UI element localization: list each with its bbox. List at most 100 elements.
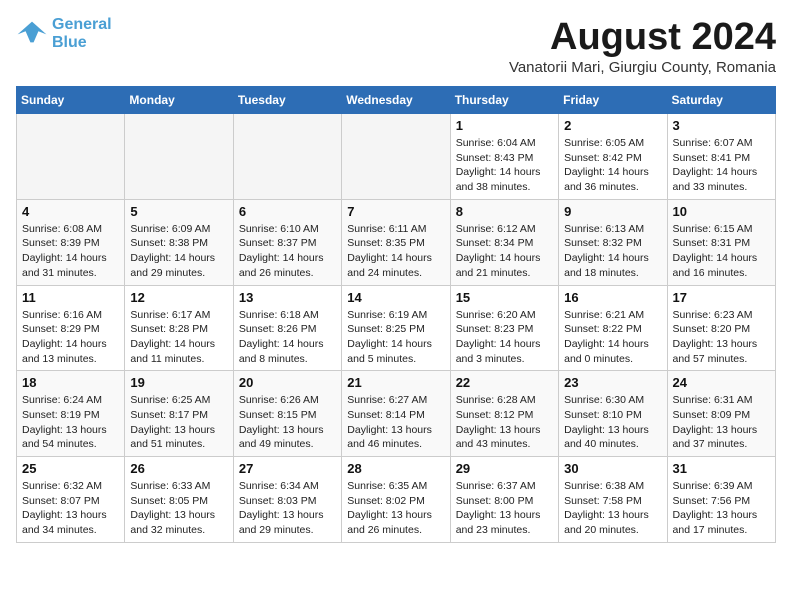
- calendar-week-4: 18 Sunrise: 6:24 AM Sunset: 8:19 PM Dayli…: [17, 371, 776, 457]
- calendar-cell: [233, 114, 341, 200]
- day-number: 11: [22, 290, 119, 305]
- calendar-cell: 11 Sunrise: 6:16 AM Sunset: 8:29 PM Dayli…: [17, 285, 125, 371]
- day-number: 22: [456, 375, 553, 390]
- day-number: 28: [347, 461, 444, 476]
- calendar-cell: 4 Sunrise: 6:08 AM Sunset: 8:39 PM Daylig…: [17, 199, 125, 285]
- calendar-cell: 12Sunrise: 6:17 AM Sunset: 8:28 PM Dayli…: [125, 285, 233, 371]
- calendar-cell: 31 Sunrise: 6:39 AM Sunset: 7:56 PM Dayli…: [667, 457, 775, 543]
- day-info: Sunrise: 6:21 AM Sunset: 8:22 PM Dayligh…: [564, 308, 661, 367]
- calendar-cell: 13 Sunrise: 6:18 AM Sunset: 8:26 PM Dayli…: [233, 285, 341, 371]
- day-info: Sunrise: 6:38 AM Sunset: 7:58 PM Dayligh…: [564, 479, 661, 538]
- day-info: Sunrise: 6:30 AM Sunset: 8:10 PM Dayligh…: [564, 393, 661, 452]
- logo: General Blue: [16, 16, 112, 51]
- day-info: Sunrise: 6:10 AM Sunset: 8:37 PM Dayligh…: [239, 222, 336, 281]
- day-info: Sunrise: 6:09 AM Sunset: 8:38 PM Dayligh…: [130, 222, 227, 281]
- day-info: Sunrise: 6:31 AM Sunset: 8:09 PM Dayligh…: [673, 393, 770, 452]
- day-number: 2: [564, 118, 661, 133]
- day-number: 4: [22, 204, 119, 219]
- day-number: 24: [673, 375, 770, 390]
- day-info: Sunrise: 6:28 AM Sunset: 8:12 PM Dayligh…: [456, 393, 553, 452]
- calendar-week-2: 4 Sunrise: 6:08 AM Sunset: 8:39 PM Daylig…: [17, 199, 776, 285]
- day-info: Sunrise: 6:26 AM Sunset: 8:15 PM Dayligh…: [239, 393, 336, 452]
- calendar-cell: 30Sunrise: 6:38 AM Sunset: 7:58 PM Dayli…: [559, 457, 667, 543]
- calendar-cell: 26 Sunrise: 6:33 AM Sunset: 8:05 PM Dayli…: [125, 457, 233, 543]
- calendar-cell: 9Sunrise: 6:13 AM Sunset: 8:32 PM Daylig…: [559, 199, 667, 285]
- calendar-cell: 25 Sunrise: 6:32 AM Sunset: 8:07 PM Dayli…: [17, 457, 125, 543]
- day-number: 18: [22, 375, 119, 390]
- day-info: Sunrise: 6:37 AM Sunset: 8:00 PM Dayligh…: [456, 479, 553, 538]
- weekday-header-monday: Monday: [125, 87, 233, 114]
- calendar-cell: 23 Sunrise: 6:30 AM Sunset: 8:10 PM Dayli…: [559, 371, 667, 457]
- day-number: 19: [130, 375, 227, 390]
- location-subtitle: Vanatorii Mari, Giurgiu County, Romania: [509, 59, 776, 76]
- day-number: 5: [130, 204, 227, 219]
- calendar-cell: 22 Sunrise: 6:28 AM Sunset: 8:12 PM Dayli…: [450, 371, 558, 457]
- day-number: 27: [239, 461, 336, 476]
- calendar-cell: 17 Sunrise: 6:23 AM Sunset: 8:20 PM Dayli…: [667, 285, 775, 371]
- day-number: 3: [673, 118, 770, 133]
- day-number: 10: [673, 204, 770, 219]
- calendar-cell: 7 Sunrise: 6:11 AM Sunset: 8:35 PM Daylig…: [342, 199, 450, 285]
- calendar-cell: [17, 114, 125, 200]
- day-number: 12: [130, 290, 227, 305]
- day-info: Sunrise: 6:07 AM Sunset: 8:41 PM Dayligh…: [673, 136, 770, 195]
- day-info: Sunrise: 6:33 AM Sunset: 8:05 PM Dayligh…: [130, 479, 227, 538]
- day-info: Sunrise: 6:15 AM Sunset: 8:31 PM Dayligh…: [673, 222, 770, 281]
- day-info: Sunrise: 6:24 AM Sunset: 8:19 PM Dayligh…: [22, 393, 119, 452]
- calendar-cell: 2 Sunrise: 6:05 AM Sunset: 8:42 PM Daylig…: [559, 114, 667, 200]
- calendar-week-1: 1 Sunrise: 6:04 AM Sunset: 8:43 PM Daylig…: [17, 114, 776, 200]
- day-number: 29: [456, 461, 553, 476]
- day-info: Sunrise: 6:39 AM Sunset: 7:56 PM Dayligh…: [673, 479, 770, 538]
- calendar-cell: 21 Sunrise: 6:27 AM Sunset: 8:14 PM Dayli…: [342, 371, 450, 457]
- day-info: Sunrise: 6:05 AM Sunset: 8:42 PM Dayligh…: [564, 136, 661, 195]
- day-number: 23: [564, 375, 661, 390]
- weekday-header-sunday: Sunday: [17, 87, 125, 114]
- calendar-cell: 27 Sunrise: 6:34 AM Sunset: 8:03 PM Dayli…: [233, 457, 341, 543]
- day-info: Sunrise: 6:34 AM Sunset: 8:03 PM Dayligh…: [239, 479, 336, 538]
- calendar-cell: 18 Sunrise: 6:24 AM Sunset: 8:19 PM Dayli…: [17, 371, 125, 457]
- day-number: 1: [456, 118, 553, 133]
- calendar-cell: 15Sunrise: 6:20 AM Sunset: 8:23 PM Dayli…: [450, 285, 558, 371]
- calendar-cell: [125, 114, 233, 200]
- day-info: Sunrise: 6:23 AM Sunset: 8:20 PM Dayligh…: [673, 308, 770, 367]
- calendar-cell: 16 Sunrise: 6:21 AM Sunset: 8:22 PM Dayli…: [559, 285, 667, 371]
- calendar-cell: 3 Sunrise: 6:07 AM Sunset: 8:41 PM Daylig…: [667, 114, 775, 200]
- day-number: 16: [564, 290, 661, 305]
- calendar-header-row: SundayMondayTuesdayWednesdayThursdayFrid…: [17, 87, 776, 114]
- calendar-table: SundayMondayTuesdayWednesdayThursdayFrid…: [16, 86, 776, 543]
- title-section: August 2024 Vanatorii Mari, Giurgiu Coun…: [509, 16, 776, 76]
- day-number: 13: [239, 290, 336, 305]
- calendar-cell: 6 Sunrise: 6:10 AM Sunset: 8:37 PM Daylig…: [233, 199, 341, 285]
- weekday-header-saturday: Saturday: [667, 87, 775, 114]
- day-info: Sunrise: 6:08 AM Sunset: 8:39 PM Dayligh…: [22, 222, 119, 281]
- day-info: Sunrise: 6:27 AM Sunset: 8:14 PM Dayligh…: [347, 393, 444, 452]
- day-info: Sunrise: 6:19 AM Sunset: 8:25 PM Dayligh…: [347, 308, 444, 367]
- day-number: 17: [673, 290, 770, 305]
- calendar-cell: 29 Sunrise: 6:37 AM Sunset: 8:00 PM Dayli…: [450, 457, 558, 543]
- logo-text: General Blue: [52, 16, 112, 51]
- day-info: Sunrise: 6:04 AM Sunset: 8:43 PM Dayligh…: [456, 136, 553, 195]
- day-number: 6: [239, 204, 336, 219]
- day-number: 25: [22, 461, 119, 476]
- weekday-header-thursday: Thursday: [450, 87, 558, 114]
- day-info: Sunrise: 6:11 AM Sunset: 8:35 PM Dayligh…: [347, 222, 444, 281]
- calendar-cell: 5 Sunrise: 6:09 AM Sunset: 8:38 PM Daylig…: [125, 199, 233, 285]
- calendar-cell: 24 Sunrise: 6:31 AM Sunset: 8:09 PM Dayli…: [667, 371, 775, 457]
- page-header: General Blue August 2024 Vanatorii Mari,…: [16, 16, 776, 76]
- day-number: 21: [347, 375, 444, 390]
- day-info: Sunrise: 6:25 AM Sunset: 8:17 PM Dayligh…: [130, 393, 227, 452]
- day-number: 31: [673, 461, 770, 476]
- day-number: 14: [347, 290, 444, 305]
- day-info: Sunrise: 6:18 AM Sunset: 8:26 PM Dayligh…: [239, 308, 336, 367]
- day-number: 7: [347, 204, 444, 219]
- calendar-cell: 8Sunrise: 6:12 AM Sunset: 8:34 PM Daylig…: [450, 199, 558, 285]
- day-number: 9: [564, 204, 661, 219]
- day-number: 26: [130, 461, 227, 476]
- weekday-header-tuesday: Tuesday: [233, 87, 341, 114]
- day-info: Sunrise: 6:20 AM Sunset: 8:23 PM Dayligh…: [456, 308, 553, 367]
- month-title: August 2024: [509, 16, 776, 59]
- day-info: Sunrise: 6:16 AM Sunset: 8:29 PM Dayligh…: [22, 308, 119, 367]
- calendar-cell: 14 Sunrise: 6:19 AM Sunset: 8:25 PM Dayli…: [342, 285, 450, 371]
- day-info: Sunrise: 6:32 AM Sunset: 8:07 PM Dayligh…: [22, 479, 119, 538]
- calendar-body: 1 Sunrise: 6:04 AM Sunset: 8:43 PM Daylig…: [17, 114, 776, 543]
